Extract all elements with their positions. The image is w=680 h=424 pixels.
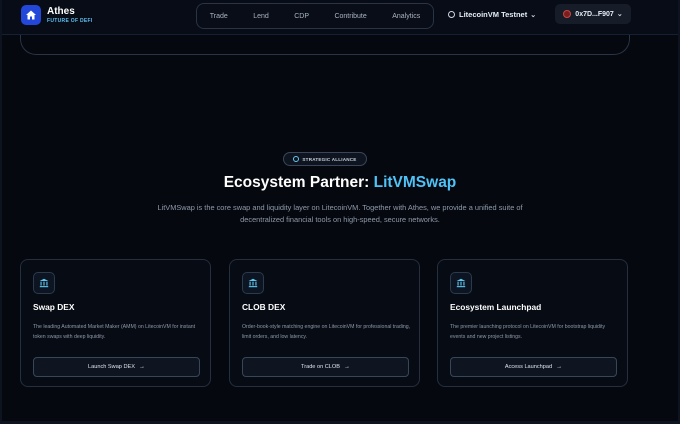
chevron-down-icon: ⌄ <box>530 11 537 19</box>
section-title-prefix: Ecosystem Partner: <box>223 174 374 191</box>
arrow-right-icon: → <box>343 364 350 370</box>
launch-swap-dex-button[interactable]: Launch Swap DEX → <box>33 357 200 377</box>
card-description: The leading Automated Market Maker (AMM)… <box>33 324 196 340</box>
access-launchpad-button[interactable]: Access Launchpad → <box>450 357 617 377</box>
nav-item-lend[interactable]: Lend <box>253 13 269 20</box>
window-frame-left <box>0 0 2 424</box>
card-ecosystem-launchpad: Ecosystem Launchpad The premier launchin… <box>437 259 628 387</box>
card-title: Swap DEX <box>33 302 75 312</box>
button-label: Trade on CLOB <box>301 364 340 370</box>
card-clob-dex: CLOB DEX Order-book-style matching engin… <box>229 259 420 387</box>
badge-label: STRATEGIC ALLIANCE <box>302 156 357 162</box>
nav-item-trade[interactable]: Trade <box>210 13 228 20</box>
main-nav: Trade Lend CDP Contribute Analytics <box>196 3 434 29</box>
wallet-avatar-icon <box>563 10 572 18</box>
section-description: LitVMSwap is the core swap and liquidity… <box>130 202 550 226</box>
arrow-right-icon: → <box>138 364 145 370</box>
bank-icon <box>450 272 472 294</box>
brand[interactable]: Athes FUTURE OF DEFI <box>21 5 93 25</box>
card-swap-dex: Swap DEX The leading Automated Market Ma… <box>20 259 211 387</box>
card-description: Order-book-style matching engine on Lite… <box>242 324 411 340</box>
bank-icon <box>242 272 264 294</box>
top-navbar: Athes FUTURE OF DEFI Trade Lend CDP Cont… <box>2 0 678 35</box>
wallet-address: 0x7D...F907 <box>575 10 614 18</box>
section-description-line: decentralized financial tools on high-sp… <box>240 215 440 224</box>
network-label: LitecoinVM Testnet <box>459 10 528 19</box>
logo-icon <box>21 5 41 25</box>
button-label: Access Launchpad <box>504 364 553 370</box>
nav-item-analytics[interactable]: Analytics <box>392 13 420 20</box>
chevron-down-icon: ⌄ <box>616 11 623 18</box>
section-title-highlight: LitVMSwap <box>373 174 457 191</box>
strategic-alliance-badge: STRATEGIC ALLIANCE <box>283 152 367 166</box>
card-title: Ecosystem Launchpad <box>450 302 542 312</box>
network-icon <box>448 11 455 18</box>
wallet-button[interactable]: 0x7D...F907 ⌄ <box>555 4 631 24</box>
nav-item-cdp[interactable]: CDP <box>294 13 309 20</box>
button-label: Launch Swap DEX <box>88 364 135 370</box>
section-title: Ecosystem Partner: LitVMSwap <box>0 174 680 192</box>
arrow-right-icon: → <box>556 364 563 370</box>
network-selector[interactable]: LitecoinVM Testnet ⌄ <box>448 10 536 19</box>
trade-on-clob-button[interactable]: Trade on CLOB → <box>242 357 409 377</box>
brand-name: Athes <box>47 5 75 17</box>
card-description: The premier launching protocol on Liteco… <box>450 324 606 340</box>
nav-item-contribute[interactable]: Contribute <box>334 13 366 20</box>
card-title: CLOB DEX <box>242 302 286 312</box>
bank-icon <box>33 272 55 294</box>
shield-icon <box>293 156 300 162</box>
brand-tagline: FUTURE OF DEFI <box>47 17 93 24</box>
section-description-line: LitVMSwap is the core swap and liquidity… <box>157 203 523 212</box>
